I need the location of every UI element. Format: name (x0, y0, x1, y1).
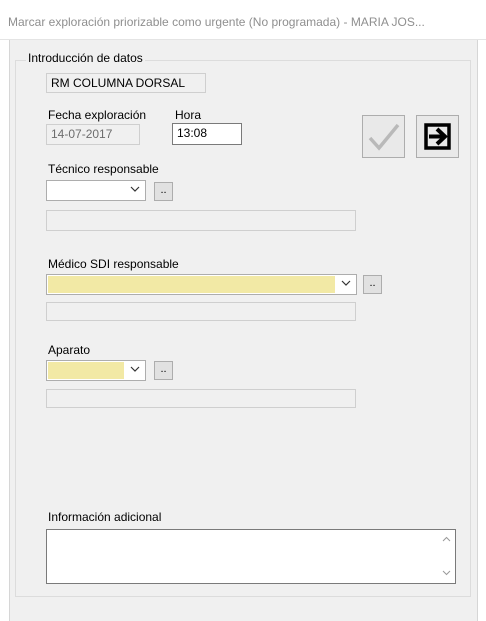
chevron-down-icon (130, 186, 140, 192)
medico-browse-button[interactable]: .. (363, 275, 382, 294)
checkmark-icon (368, 123, 400, 151)
exploration-name-field: RM COLUMNA DORSAL (46, 73, 206, 93)
accept-button[interactable] (362, 115, 405, 158)
tecnico-select-value (48, 182, 131, 199)
group-title: Introducción de datos (26, 51, 145, 65)
exit-button[interactable] (416, 115, 459, 158)
medico-detail-field (46, 302, 356, 321)
medico-select[interactable] (46, 274, 357, 295)
tecnico-label: Técnico responsable (48, 162, 159, 176)
medico-label: Médico SDI responsable (48, 257, 179, 271)
chevron-down-icon (130, 366, 140, 372)
info-label: Información adicional (48, 510, 162, 524)
scroll-down-icon (442, 570, 451, 576)
exit-arrow-icon (424, 123, 451, 150)
aparato-select[interactable] (46, 360, 146, 381)
hora-field[interactable]: 13:08 (172, 123, 242, 145)
hora-label: Hora (175, 108, 202, 122)
info-scrollbar[interactable] (438, 530, 455, 583)
scroll-up-icon (442, 536, 451, 542)
tecnico-browse-button[interactable]: .. (154, 182, 173, 201)
aparato-label: Aparato (48, 343, 91, 357)
fecha-field: 14-07-2017 (46, 124, 140, 145)
tecnico-detail-field (46, 210, 356, 231)
aparato-select-value (48, 362, 124, 379)
aparato-browse-button[interactable]: .. (154, 361, 173, 380)
title-bar: Marcar exploración priorizable como urge… (0, 0, 486, 40)
window-title: Marcar exploración priorizable como urge… (8, 15, 425, 29)
chevron-down-icon (341, 280, 351, 286)
fecha-label: Fecha exploración (48, 108, 147, 122)
info-textarea[interactable] (46, 529, 456, 584)
medico-select-value (48, 276, 335, 293)
tecnico-select[interactable] (46, 180, 146, 201)
aparato-detail-field (46, 389, 356, 408)
